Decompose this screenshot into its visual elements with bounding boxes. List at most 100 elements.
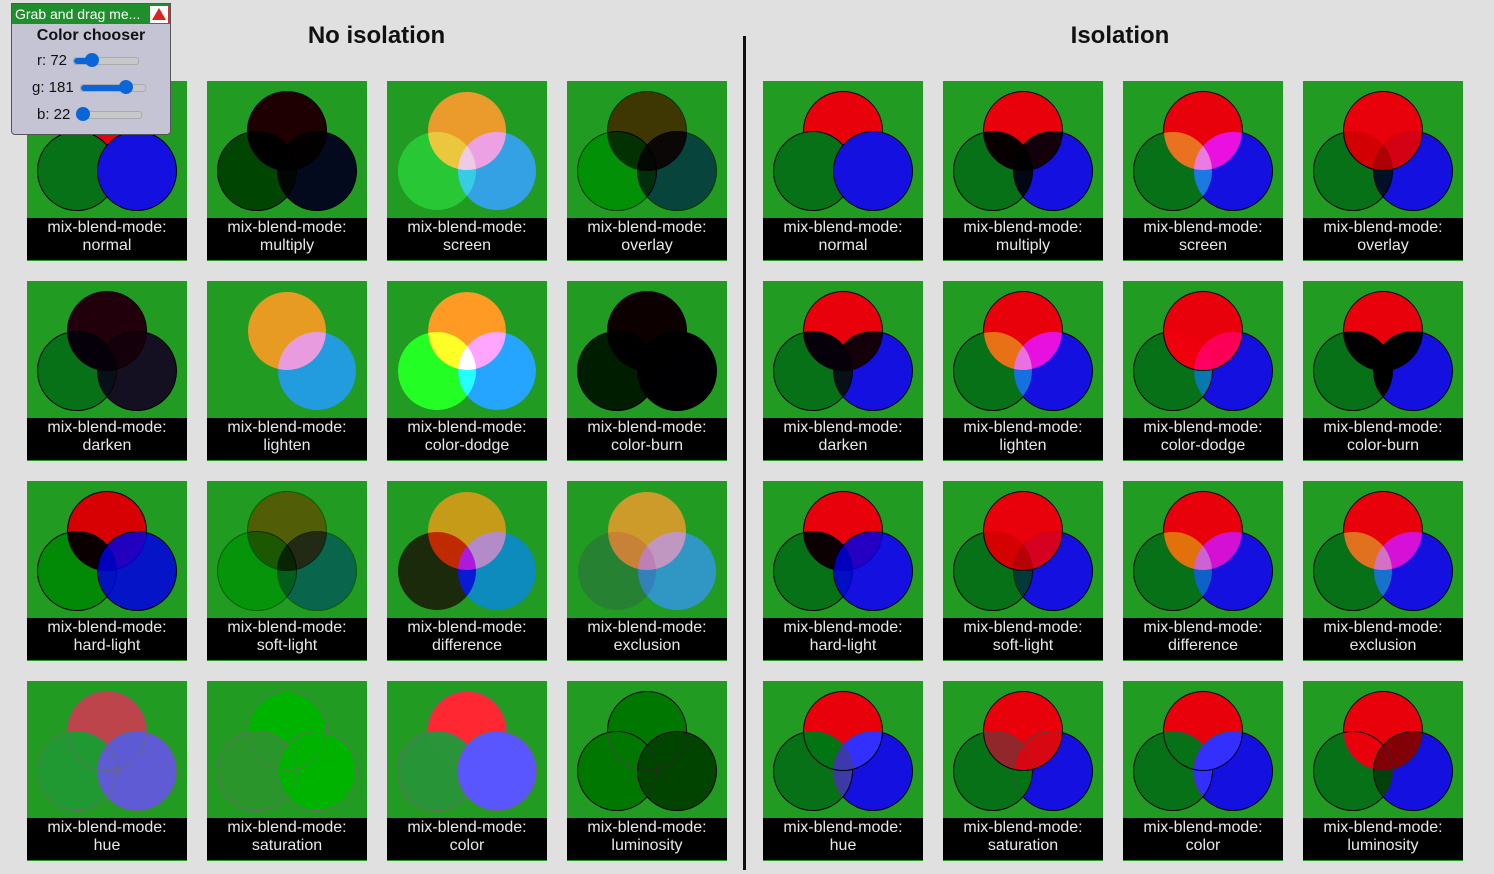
blend-tile-screen: mix-blend-mode: screen [1123,81,1283,261]
blend-mode-value: normal [82,237,132,254]
blend-mode-prefix: mix-blend-mode: [47,219,167,236]
blend-mode-prefix: mix-blend-mode: [407,819,527,836]
blend-mode-prefix: mix-blend-mode: [1143,819,1263,836]
blue-circle [1373,731,1453,811]
blue-circle [1373,331,1453,411]
blue-circle [277,131,357,211]
color-chooser-panel: Grab and drag me... Color chooser r: 72 … [11,3,171,135]
blend-mode-prefix: mix-blend-mode: [1323,819,1443,836]
blue-circle [833,731,913,811]
blend-tile-darken: mix-blend-mode: darken [27,281,187,461]
blend-mode-value: color [449,837,485,854]
blue-circle [1013,531,1093,611]
blend-mode-prefix: mix-blend-mode: [227,819,347,836]
blend-mode-prefix: mix-blend-mode: [963,819,1083,836]
close-triangle-icon[interactable] [149,5,169,24]
blue-circle [97,131,177,211]
blend-mode-label: mix-blend-mode: hard-light [27,618,187,660]
blend-tile-overlay: mix-blend-mode: overlay [567,81,727,261]
blue-circle [97,731,177,811]
blend-mode-label: mix-blend-mode: hue [27,818,187,860]
blue-circle [1193,131,1273,211]
blend-mode-value: lighten [999,437,1047,454]
blue-circle [1193,731,1273,811]
slider-r[interactable] [73,52,140,67]
blend-mode-prefix: mix-blend-mode: [963,619,1083,636]
blend-tile-luminosity: mix-blend-mode: luminosity [567,681,727,861]
blend-tile-hue: mix-blend-mode: hue [763,681,923,861]
blend-mode-prefix: mix-blend-mode: [47,619,167,636]
blue-circle [1013,731,1093,811]
blend-mode-value: saturation [251,837,323,854]
blend-mode-prefix: mix-blend-mode: [407,219,527,236]
blend-mode-prefix: mix-blend-mode: [407,419,527,436]
slider-b-label: b: 22 [37,106,71,123]
blend-mode-value: soft-light [256,637,318,654]
blend-mode-value: darken [818,437,868,454]
blend-tile-color-dodge: mix-blend-mode: color-dodge [387,281,547,461]
blend-mode-value: soft-light [992,637,1054,654]
blend-mode-prefix: mix-blend-mode: [1323,419,1443,436]
blue-circle [277,731,357,811]
blend-mode-label: mix-blend-mode: multiply [207,218,367,260]
blend-mode-value: luminosity [611,837,683,854]
blend-tile-normal: mix-blend-mode: normal [763,81,923,261]
blend-tile-screen: mix-blend-mode: screen [387,81,547,261]
slider-r-label: r: 72 [37,52,68,69]
blend-mode-label: mix-blend-mode: lighten [943,418,1103,460]
drag-handle[interactable]: Grab and drag me... [12,4,170,24]
blend-mode-value: hue [93,837,121,854]
blend-mode-label: mix-blend-mode: exclusion [567,618,727,660]
blend-mode-prefix: mix-blend-mode: [963,219,1083,236]
blend-mode-prefix: mix-blend-mode: [1323,219,1443,236]
blend-mode-prefix: mix-blend-mode: [227,619,347,636]
blend-mode-value: exclusion [613,637,681,654]
blend-mode-label: mix-blend-mode: normal [27,218,187,260]
blend-mode-value: lighten [263,437,311,454]
blend-mode-label: mix-blend-mode: difference [387,618,547,660]
blue-circle [637,531,717,611]
blend-mode-label: mix-blend-mode: difference [1123,618,1283,660]
blue-circle [1193,531,1273,611]
blend-mode-label: mix-blend-mode: color-dodge [387,418,547,460]
blend-mode-label: mix-blend-mode: hard-light [763,618,923,660]
blend-mode-prefix: mix-blend-mode: [587,619,707,636]
blend-mode-value: screen [1178,237,1228,254]
blend-tile-hue: mix-blend-mode: hue [27,681,187,861]
blend-tile-luminosity: mix-blend-mode: luminosity [1303,681,1463,861]
blend-mode-label: mix-blend-mode: color [387,818,547,860]
blend-tile-color-burn: mix-blend-mode: color-burn [1303,281,1463,461]
blend-mode-label: mix-blend-mode: overlay [567,218,727,260]
blend-mode-prefix: mix-blend-mode: [1143,219,1263,236]
slider-b[interactable] [75,106,143,121]
blend-tile-difference: mix-blend-mode: difference [1123,481,1283,661]
blend-mode-label: mix-blend-mode: soft-light [943,618,1103,660]
slider-g[interactable] [79,79,146,94]
blend-mode-value: color-burn [610,437,684,454]
blend-tile-multiply: mix-blend-mode: multiply [207,81,367,261]
blue-circle [1013,131,1093,211]
blue-circle [1013,331,1093,411]
chooser-title: Color chooser [36,27,146,44]
blend-mode-value: multiply [259,237,315,254]
blend-tile-color: mix-blend-mode: color [1123,681,1283,861]
blend-mode-value: saturation [987,837,1059,854]
blend-tile-exclusion: mix-blend-mode: exclusion [1303,481,1463,661]
blend-tile-hard-light: mix-blend-mode: hard-light [27,481,187,661]
blend-tile-color-burn: mix-blend-mode: color-burn [567,281,727,461]
blend-mode-label: mix-blend-mode: multiply [943,218,1103,260]
blend-mode-value: overlay [1357,237,1409,254]
blend-mode-label: mix-blend-mode: saturation [943,818,1103,860]
blend-mode-prefix: mix-blend-mode: [227,219,347,236]
blend-mode-label: mix-blend-mode: saturation [207,818,367,860]
blend-mode-value: normal [818,237,868,254]
blend-mode-value: hue [829,837,857,854]
blend-mode-value: difference [1168,637,1238,654]
blend-mode-prefix: mix-blend-mode: [407,619,527,636]
blend-mode-label: mix-blend-mode: exclusion [1303,618,1463,660]
blend-tile-hard-light: mix-blend-mode: hard-light [763,481,923,661]
blend-tile-color-dodge: mix-blend-mode: color-dodge [1123,281,1283,461]
drag-handle-label: Grab and drag me... [15,6,141,22]
blend-mode-label: mix-blend-mode: hue [763,818,923,860]
blend-mode-prefix: mix-blend-mode: [47,819,167,836]
